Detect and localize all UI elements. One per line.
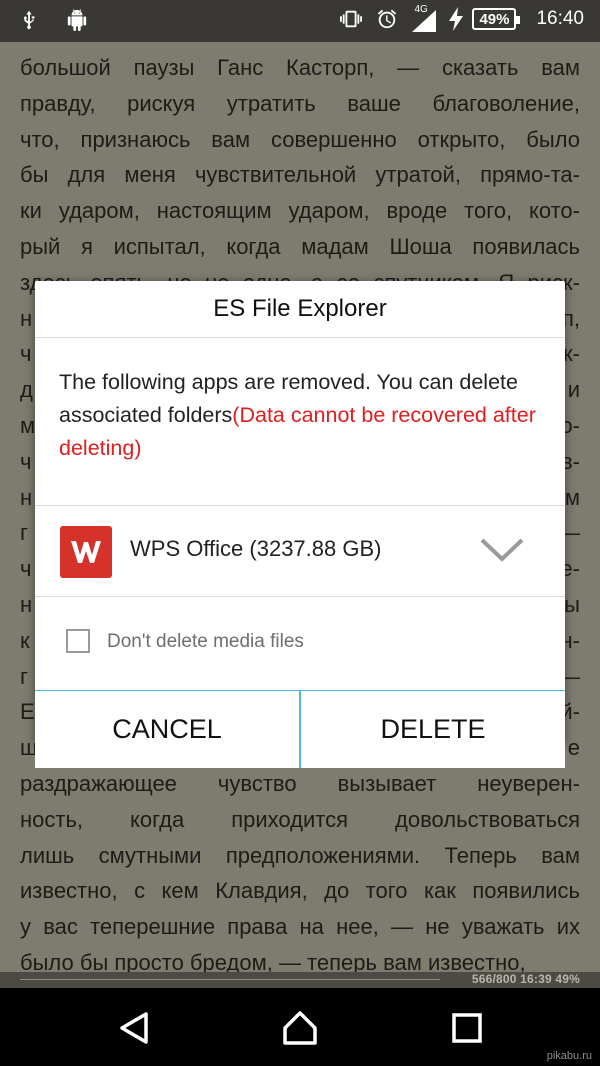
book-text-line: рый я испытал, когда мадам Шоша появилас…: [20, 233, 580, 259]
book-text-line: правду, рискуя утратить ваше благоволени…: [20, 90, 580, 116]
book-text-line: ность, когда приходится довольствоваться: [20, 806, 580, 832]
signal-icon: [412, 10, 437, 32]
recents-icon[interactable]: [449, 1010, 485, 1046]
navigation-bar: pikabu.ru: [0, 988, 600, 1066]
charging-icon: [449, 7, 464, 31]
remove-folders-dialog: ES File Explorer The following apps are …: [35, 281, 565, 768]
status-clock: 16:40: [536, 8, 584, 29]
dont-delete-media-checkbox[interactable]: [66, 629, 90, 653]
book-text-line: ки ударом, настоящим ударом, вроде того,…: [20, 198, 580, 224]
dont-delete-media-option[interactable]: Don't delete media files: [35, 597, 565, 691]
alarm-icon: [378, 9, 397, 29]
book-text-line: известно, с кем Клавдия, до того как поя…: [20, 878, 580, 904]
app-list-item[interactable]: WPS Office (3237.88 GB): [35, 506, 565, 597]
book-text-line: было бы просто бредом, — теперь вам изве…: [20, 949, 526, 974]
usb-icon: [23, 10, 35, 30]
dialog-title: ES File Explorer: [35, 281, 565, 338]
vibrate-icon: [340, 10, 363, 28]
home-icon[interactable]: [282, 1010, 318, 1046]
dialog-buttons: CANCEL DELETE: [35, 691, 565, 768]
dont-delete-media-label[interactable]: Don't delete media files: [107, 631, 304, 653]
wps-office-icon: [60, 526, 112, 578]
watermark: pikabu.ru: [546, 1050, 592, 1062]
reader-progress-track: [20, 979, 440, 980]
book-text-line: раздражающее чувство вызывает неуверен-: [20, 770, 580, 796]
back-icon[interactable]: [116, 1010, 152, 1046]
delete-button[interactable]: DELETE: [301, 691, 565, 768]
app-name: WPS Office (3237.88 GB): [130, 536, 382, 561]
chevron-down-icon[interactable]: [479, 536, 525, 564]
book-text-line: большой паузы Ганс Касторп, — сказать ва…: [20, 55, 580, 80]
book-text-line: бы для меня чувствительной утратой, прям…: [20, 162, 580, 188]
battery-indicator: 49%: [472, 8, 521, 30]
reader-progress-footer: 566/800 16:39 49%: [0, 972, 600, 988]
book-text-line: лишь смутными предположениями. Теперь ва…: [20, 842, 580, 868]
signal-indicator: 4G: [412, 4, 438, 32]
book-text-line: что, признаюсь вам совершенно открыто, б…: [20, 126, 580, 152]
status-bar: 4G 49% 16:40: [0, 0, 600, 42]
android-debug-icon: [67, 9, 87, 31]
cancel-button[interactable]: CANCEL: [35, 691, 301, 768]
dialog-message: The following apps are removed. You can …: [35, 338, 565, 506]
reader-footer-info: 566/800 16:39 49%: [471, 972, 580, 986]
book-text-line: у вас теперешние права на нее, — не уваж…: [20, 914, 580, 940]
